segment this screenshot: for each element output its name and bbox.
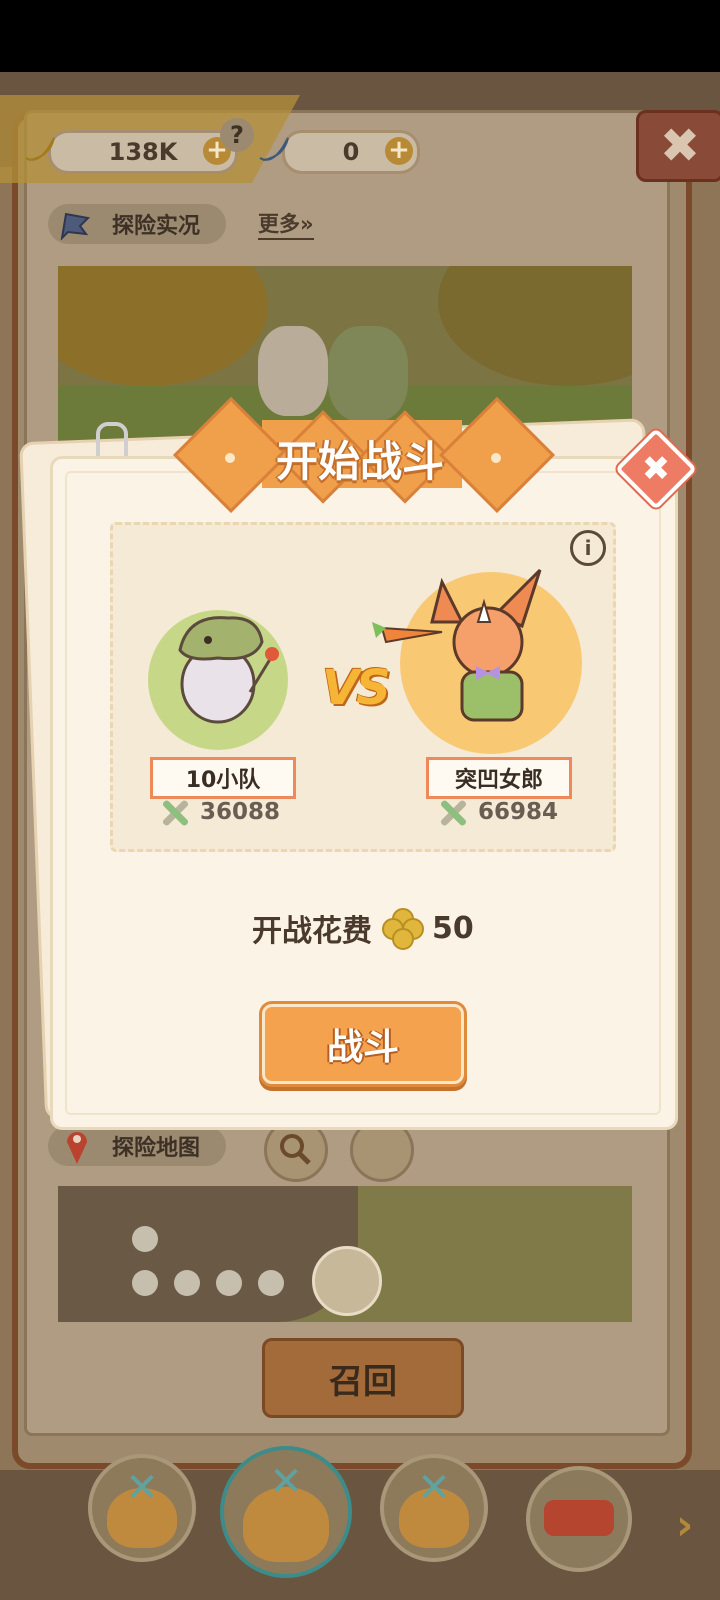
close-book-button[interactable]: ✖	[636, 110, 720, 182]
more-link[interactable]: 更多»	[258, 208, 314, 240]
team-avatar-2[interactable]: ✕	[220, 1446, 352, 1578]
battle-cost: 开战花费 50	[252, 906, 474, 950]
team-b-power: 66984	[438, 797, 558, 827]
help-button[interactable]: ?	[220, 118, 254, 152]
add-blue-banana-button[interactable]: +	[385, 137, 413, 165]
recall-button[interactable]: 召回	[262, 1338, 464, 1418]
map-label: 探险地图	[112, 1136, 201, 1161]
close-icon: ✖	[641, 449, 671, 489]
banana-icon	[25, 137, 55, 162]
banana-amount: 138K	[108, 138, 178, 166]
vehicle-avatar[interactable]	[526, 1466, 632, 1572]
blue-banana-amount: 0	[342, 138, 360, 166]
team-a-power: 36088	[160, 797, 280, 827]
tiger-marker[interactable]	[312, 1246, 382, 1316]
live-report-label: 探险实况	[112, 214, 201, 239]
team-b-name: 突凹女郎	[426, 757, 572, 799]
dialog-title: 开始战斗	[275, 437, 444, 486]
next-arrow-icon[interactable]: ›	[676, 1500, 693, 1549]
expedition-map	[58, 1186, 632, 1322]
team-a-portrait	[178, 616, 279, 724]
team-a-name: 10小队	[150, 757, 296, 799]
map-pin-icon	[67, 1132, 87, 1164]
team-a-power-value: 36088	[200, 799, 281, 825]
cost-label: 开战花费	[252, 914, 372, 949]
car-icon	[544, 1500, 614, 1536]
team-b-portrait	[372, 568, 542, 722]
status-bar	[0, 0, 720, 72]
team-avatar-1[interactable]: ✕	[88, 1454, 196, 1562]
clover-icon	[382, 908, 424, 950]
cost-value: 50	[432, 910, 474, 946]
close-icon: ✖	[659, 118, 701, 174]
team-b-power-value: 66984	[478, 799, 559, 825]
info-icon[interactable]: i	[570, 530, 606, 566]
blue-banana-counter[interactable]: 0 +	[282, 130, 420, 174]
banner-dot	[491, 453, 501, 463]
crossed-swords-icon: ✕	[125, 1465, 159, 1511]
banner-dot	[225, 453, 235, 463]
banana-counter[interactable]: 138K +	[48, 130, 238, 174]
crossed-swords-icon: ✕	[269, 1459, 303, 1506]
team-avatar-3[interactable]: ✕	[380, 1454, 488, 1562]
power-swords-icon	[160, 797, 192, 827]
flag-icon	[60, 212, 91, 240]
fight-button[interactable]: 战斗	[262, 1004, 464, 1084]
power-swords-icon	[438, 797, 470, 827]
blue-banana-icon	[259, 137, 289, 162]
crossed-swords-icon: ✕	[417, 1465, 451, 1511]
